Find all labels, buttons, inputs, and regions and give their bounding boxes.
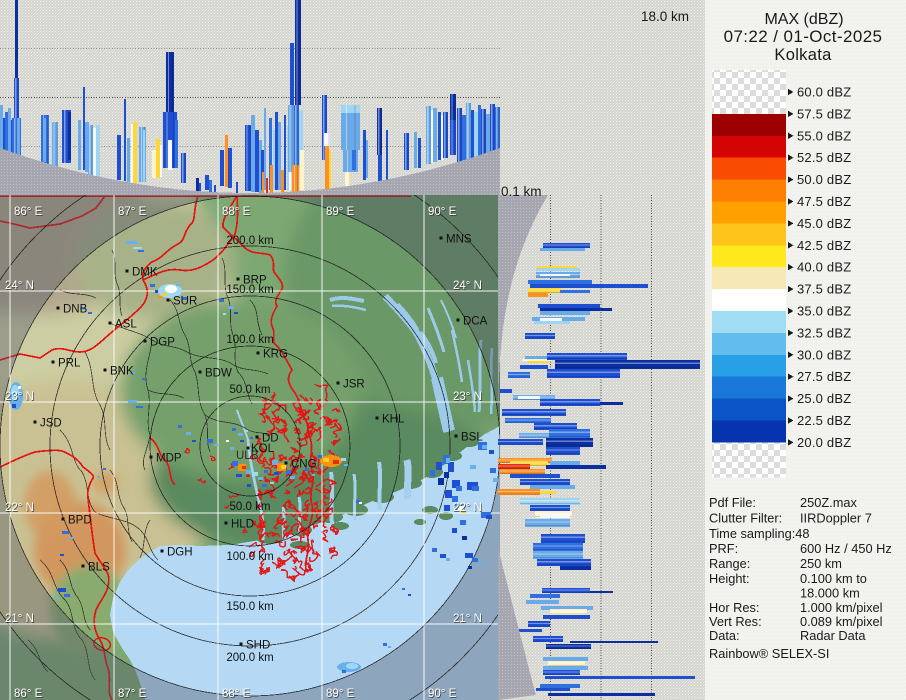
svg-text:Kolkata: Kolkata — [774, 46, 832, 64]
svg-text:89° E: 89° E — [326, 206, 355, 218]
svg-text:57.5 dBZ: 57.5 dBZ — [797, 106, 851, 121]
svg-text:Radar Data: Radar Data — [800, 628, 866, 643]
svg-text:40.0 dBZ: 40.0 dBZ — [797, 260, 851, 275]
svg-text:200.0 km: 200.0 km — [226, 652, 273, 664]
svg-text:42.5 dBZ: 42.5 dBZ — [797, 238, 851, 253]
svg-text:27.5 dBZ: 27.5 dBZ — [797, 369, 851, 384]
svg-text:90° E: 90° E — [428, 688, 457, 700]
svg-text:JSD: JSD — [40, 418, 62, 430]
svg-text:MAX (dBZ): MAX (dBZ) — [764, 11, 843, 28]
svg-text:50.0 km: 50.0 km — [230, 501, 271, 513]
svg-text:47.5 dBZ: 47.5 dBZ — [797, 194, 851, 209]
svg-text:CNG: CNG — [291, 459, 317, 471]
svg-text:89° E: 89° E — [326, 688, 355, 700]
svg-text:Pdf File:: Pdf File: — [709, 495, 756, 510]
svg-text:150.0 km: 150.0 km — [226, 601, 273, 613]
svg-text:90° E: 90° E — [428, 206, 457, 218]
svg-text:KRG: KRG — [263, 349, 288, 361]
svg-text:37.5 dBZ: 37.5 dBZ — [797, 282, 851, 297]
svg-text:MNS: MNS — [446, 234, 472, 246]
svg-text:600 Hz / 450 Hz: 600 Hz / 450 Hz — [800, 541, 892, 556]
svg-text:HLD: HLD — [231, 519, 254, 531]
svg-text:PRF:: PRF: — [709, 541, 738, 556]
svg-text:200.0 km: 200.0 km — [226, 235, 273, 247]
svg-text:Time sampling:48: Time sampling:48 — [709, 526, 810, 541]
svg-text:22.5 dBZ: 22.5 dBZ — [797, 413, 851, 428]
svg-text:DNB: DNB — [63, 304, 88, 316]
svg-text:24° N: 24° N — [5, 280, 34, 292]
svg-text:PRL: PRL — [58, 358, 81, 370]
svg-text:DMK: DMK — [132, 267, 158, 279]
svg-text:20.0 dBZ: 20.0 dBZ — [797, 435, 851, 450]
svg-text:50.0 km: 50.0 km — [230, 384, 271, 396]
svg-text:24° N: 24° N — [453, 280, 482, 292]
svg-text:KHL: KHL — [382, 414, 405, 426]
svg-text:150.0 km: 150.0 km — [226, 284, 273, 296]
svg-text:0.1 km: 0.1 km — [501, 184, 542, 199]
svg-text:BLS: BLS — [88, 562, 110, 574]
svg-text:50.0 dBZ: 50.0 dBZ — [797, 172, 851, 187]
svg-text:55.0 dBZ: 55.0 dBZ — [797, 128, 851, 143]
svg-text:Vert Res:: Vert Res: — [709, 614, 762, 629]
svg-text:21° N: 21° N — [453, 613, 482, 625]
svg-text:21° N: 21° N — [5, 613, 34, 625]
svg-text:IIRDoppler 7: IIRDoppler 7 — [800, 511, 872, 526]
svg-text:SUR: SUR — [173, 296, 197, 308]
svg-text:22° N: 22° N — [453, 502, 482, 514]
svg-text:Clutter Filter:: Clutter Filter: — [709, 511, 782, 526]
svg-text:86° E: 86° E — [14, 688, 43, 700]
svg-text:18.0 km: 18.0 km — [641, 9, 689, 24]
svg-text:23° N: 23° N — [453, 391, 482, 403]
svg-text:BPD: BPD — [68, 515, 92, 527]
svg-text:SHD: SHD — [246, 640, 270, 652]
svg-text:52.5 dBZ: 52.5 dBZ — [797, 150, 851, 165]
svg-text:88° E: 88° E — [222, 688, 251, 700]
svg-text:86° E: 86° E — [14, 206, 43, 218]
svg-text:32.5 dBZ: 32.5 dBZ — [797, 325, 851, 340]
svg-text:DGP: DGP — [150, 337, 175, 349]
svg-text:ASL: ASL — [115, 319, 137, 331]
svg-text:Height:: Height: — [709, 571, 750, 586]
svg-text:35.0 dBZ: 35.0 dBZ — [797, 304, 851, 319]
svg-text:BDW: BDW — [205, 368, 232, 380]
svg-text:DGH: DGH — [167, 547, 193, 559]
svg-text:BNK: BNK — [110, 366, 134, 378]
svg-text:MDP: MDP — [156, 453, 182, 465]
svg-text:DCA: DCA — [463, 316, 488, 328]
svg-text:250 km: 250 km — [800, 556, 842, 571]
svg-text:88° E: 88° E — [222, 206, 251, 218]
svg-text:45.0 dBZ: 45.0 dBZ — [797, 216, 851, 231]
svg-text:0.100 km to: 0.100 km to — [800, 571, 867, 586]
svg-text:25.0 dBZ: 25.0 dBZ — [797, 391, 851, 406]
svg-text:Hor Res:: Hor Res: — [709, 600, 760, 615]
svg-text:18.000 km: 18.000 km — [800, 586, 860, 601]
svg-text:22° N: 22° N — [5, 502, 34, 514]
svg-text:30.0 dBZ: 30.0 dBZ — [797, 347, 851, 362]
svg-text:250Z.max: 250Z.max — [800, 495, 858, 510]
svg-text:07:22 / 01-Oct-2025: 07:22 / 01-Oct-2025 — [724, 27, 883, 46]
svg-text:23° N: 23° N — [5, 391, 34, 403]
svg-text:JSR: JSR — [343, 379, 365, 391]
svg-text:87° E: 87° E — [118, 688, 147, 700]
svg-text:100.0 km: 100.0 km — [226, 334, 273, 346]
svg-text:87° E: 87° E — [118, 206, 147, 218]
svg-text:Data:: Data: — [709, 628, 740, 643]
svg-text:0.089 km/pixel: 0.089 km/pixel — [800, 614, 883, 629]
svg-text:1.000 km/pixel: 1.000 km/pixel — [800, 600, 883, 615]
svg-text:100.0 km: 100.0 km — [226, 551, 273, 563]
svg-text:Range:: Range: — [709, 556, 750, 571]
svg-text:BSL: BSL — [461, 432, 483, 444]
svg-text:Rainbow® SELEX-SI: Rainbow® SELEX-SI — [709, 646, 829, 661]
svg-text:60.0 dBZ: 60.0 dBZ — [797, 85, 851, 100]
svg-text:ULB: ULB — [236, 450, 259, 462]
